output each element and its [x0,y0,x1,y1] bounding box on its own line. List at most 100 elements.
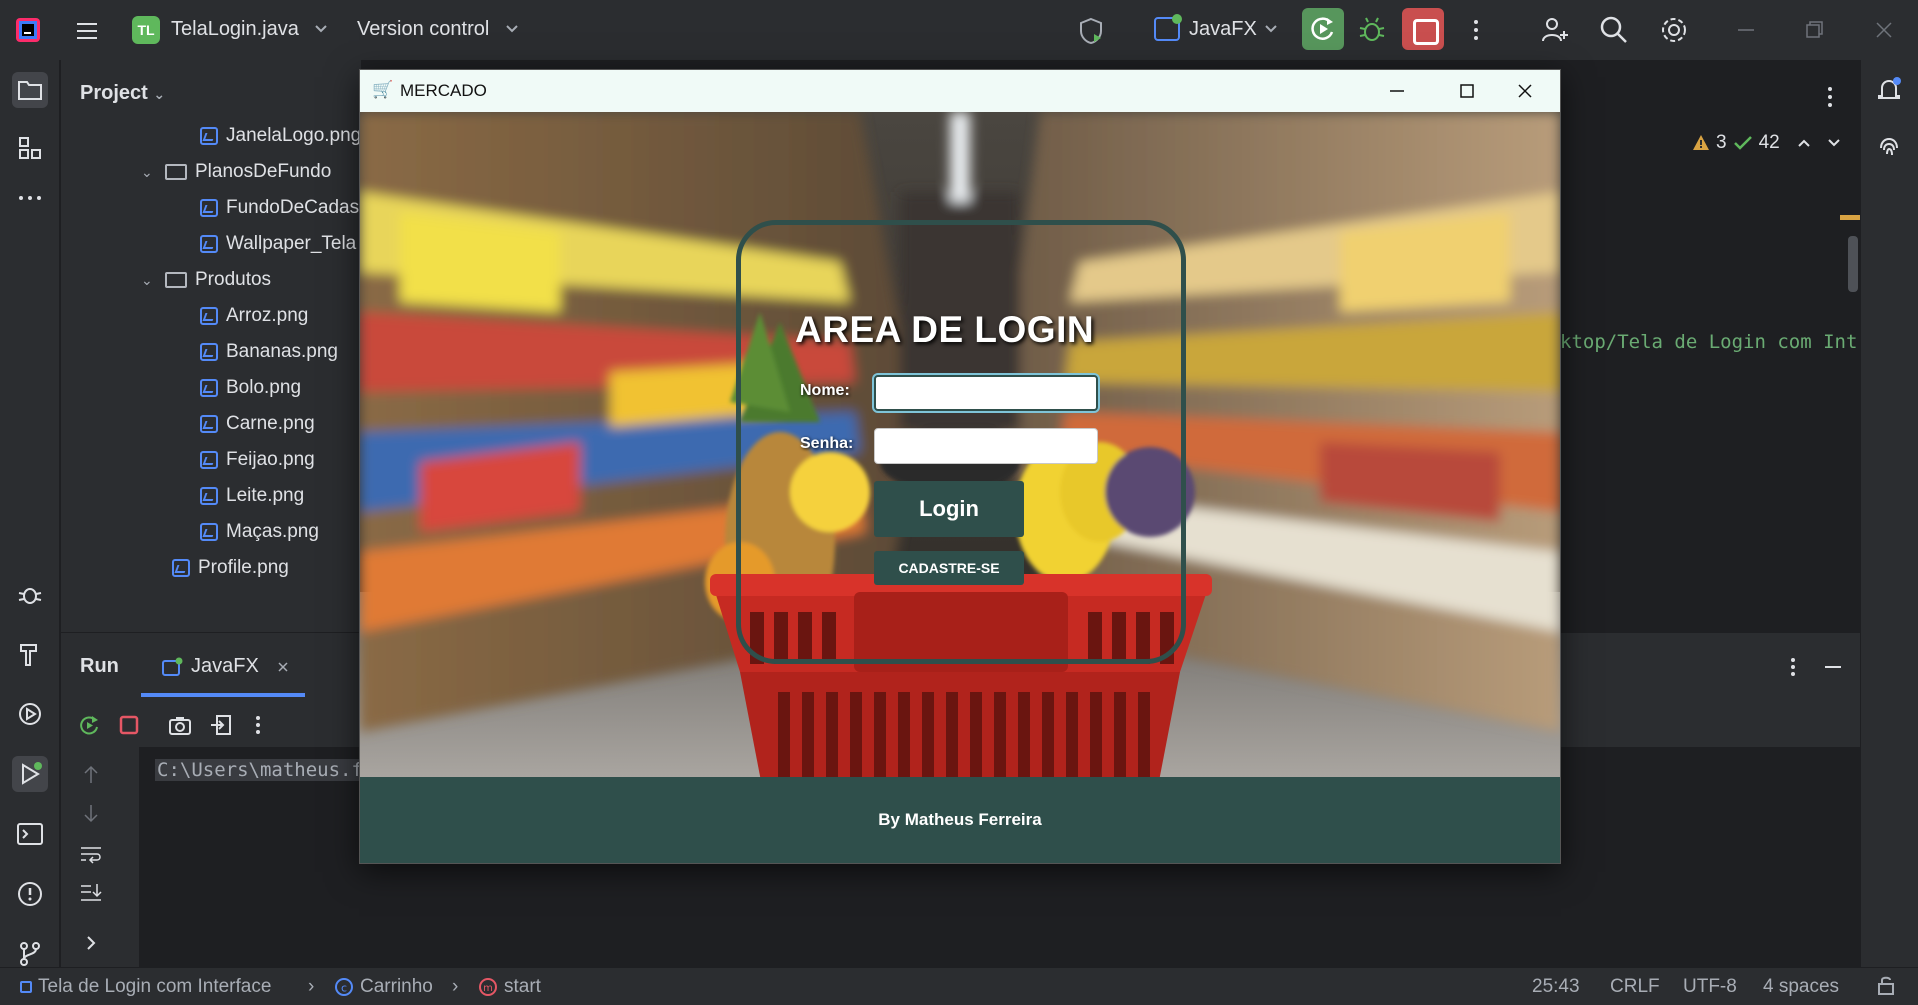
project-panel: Project ⌄ JanelaLogo.png ⌄ PlanosDeFundo … [61,60,361,678]
tree-item-profile[interactable]: Profile.png [172,552,289,584]
name-input[interactable] [874,375,1098,411]
run-configuration-select[interactable]: JavaFX [1189,18,1257,41]
chevron-down-icon[interactable] [1263,22,1279,36]
password-input[interactable] [874,428,1098,464]
chevron-down-icon[interactable]: ⌄ [141,272,155,289]
debug-icon[interactable] [1356,14,1388,46]
chevron-down-icon[interactable]: ⌄ [141,164,155,181]
more-vertical-icon[interactable] [1820,82,1840,117]
javafx-config-icon [162,657,183,676]
more-vertical-icon[interactable] [1783,655,1803,684]
running-indicator-icon [1172,14,1182,24]
minimize-window-icon[interactable] [1730,14,1762,46]
search-icon[interactable] [1598,14,1630,46]
code-string-fragment[interactable]: ktop/Tela de Login com Int [1560,331,1857,353]
login-button[interactable]: Login [874,481,1024,537]
close-tab-icon[interactable] [275,659,291,675]
build-hammer-icon[interactable] [12,636,48,672]
scroll-to-end-icon[interactable] [79,881,103,903]
tree-item-planosdefundo[interactable]: ⌄ PlanosDeFundo [141,156,331,188]
indent-setting[interactable]: 4 spaces [1763,976,1839,998]
stop-icon[interactable] [118,714,140,736]
console-side-toolbar [61,747,139,967]
tree-item-wallpaper[interactable]: Wallpaper_Tela [200,228,356,260]
debug-tool-icon[interactable] [12,576,48,612]
settings-gear-icon[interactable] [1658,14,1690,46]
breadcrumb-method[interactable]: m start [478,976,541,998]
scrollbar-warning-marker[interactable] [1840,215,1860,220]
status-bar: Tela de Login com Interface › c Carrinho… [0,967,1918,1005]
breadcrumb-project[interactable]: Tela de Login com Interface [20,976,271,998]
camera-icon[interactable] [167,713,193,737]
services-icon[interactable] [12,696,48,732]
chevron-down-icon[interactable] [1826,136,1842,150]
chevron-down-icon[interactable] [313,22,329,36]
window-titlebar[interactable]: 🛒 MERCADO [360,70,1560,112]
check-icon [1733,136,1752,150]
line-ending[interactable]: CRLF [1610,976,1660,998]
terminal-icon[interactable] [12,816,48,852]
arrow-up-icon[interactable] [81,763,101,785]
code-with-me-shield-icon[interactable] [1074,14,1108,48]
close-window-icon[interactable] [1868,14,1900,46]
more-vertical-icon[interactable] [1466,14,1486,46]
ai-assistant-icon[interactable] [1871,130,1907,166]
version-control-menu[interactable]: Version control [357,18,489,41]
active-tab-indicator [141,693,305,697]
main-menu-icon[interactable] [72,16,102,46]
image-file-icon [200,415,218,433]
tree-item-produtos[interactable]: ⌄ Produtos [141,264,271,296]
tree-item-leite[interactable]: Leite.png [200,480,304,512]
breadcrumb-separator: › [308,976,315,997]
cursor-position[interactable]: 25:43 [1532,976,1580,998]
restore-window-icon[interactable] [1798,14,1830,46]
run-tool-icon[interactable] [12,756,48,792]
rerun-button[interactable] [1302,8,1344,50]
run-tab-javafx[interactable]: JavaFX [161,655,291,678]
arrow-down-icon[interactable] [81,803,101,825]
tree-item-fundodecadas[interactable]: FundoDeCadas [200,192,359,224]
add-user-icon[interactable] [1538,14,1570,46]
rerun-icon[interactable] [77,713,101,737]
structure-icon[interactable] [12,130,48,166]
tree-item-bananas[interactable]: Bananas.png [200,336,338,368]
signup-button[interactable]: CADASTRE-SE [874,551,1024,585]
main-toolbar: TL TelaLogin.java Version control JavaFX [0,0,1918,60]
breadcrumb-class[interactable]: c Carrinho [334,976,433,998]
folder-icon [165,164,187,180]
tree-item-carne[interactable]: Carne.png [200,408,315,440]
svg-text:m: m [483,983,493,994]
editor-scrollbar[interactable] [1848,236,1858,292]
warning-icon [1693,135,1709,150]
console-line[interactable]: C:\Users\matheus.fe [155,759,377,781]
hide-panel-icon[interactable] [1821,657,1845,682]
chevron-right-icon[interactable] [83,933,99,953]
tree-item-bolo[interactable]: Bolo.png [200,372,301,404]
stop-button[interactable] [1402,8,1444,50]
chevron-up-icon[interactable] [1796,136,1812,150]
intellij-logo-icon[interactable] [14,16,42,44]
tree-item-janelalogo[interactable]: JanelaLogo.png [200,120,361,152]
problems-icon[interactable] [12,876,48,912]
more-vertical-icon[interactable] [250,713,266,737]
tree-item-macas[interactable]: Maças.png [200,516,319,548]
project-panel-title[interactable]: Project ⌄ [80,82,165,105]
exit-icon[interactable] [209,713,233,737]
file-encoding[interactable]: UTF-8 [1683,976,1737,998]
tree-item-arroz[interactable]: Arroz.png [200,300,308,332]
more-tools-icon[interactable] [12,180,48,216]
close-button[interactable] [1490,70,1560,112]
project-folder-icon[interactable] [12,72,48,108]
checks-count: 42 [1758,132,1780,153]
lock-icon[interactable] [1876,974,1896,1002]
tree-item-feijao[interactable]: Feijao.png [200,444,315,476]
image-file-icon [200,199,218,217]
notifications-bell-icon[interactable] [1871,72,1907,108]
inspection-widget[interactable]: 3 42 [1692,132,1842,154]
module-icon [20,981,32,993]
minimize-button[interactable] [1362,70,1432,112]
project-badge[interactable]: TL [132,16,160,44]
current-file-name[interactable]: TelaLogin.java [171,18,299,41]
soft-wrap-icon[interactable] [79,843,103,865]
chevron-down-icon[interactable] [504,22,520,36]
